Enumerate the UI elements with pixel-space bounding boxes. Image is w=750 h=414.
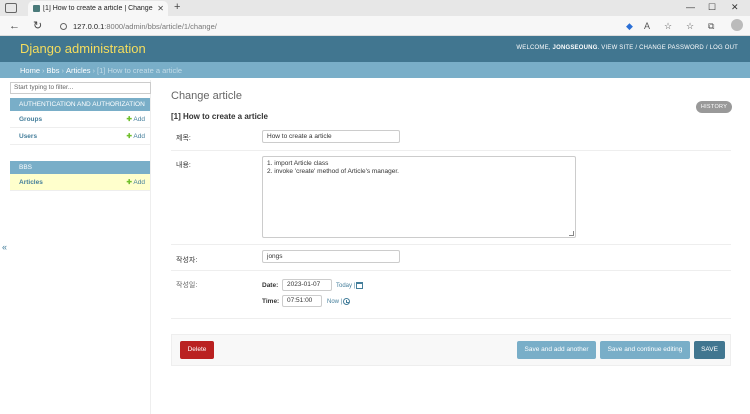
nav-filter-input[interactable]: Start typing to filter... <box>10 82 151 94</box>
add-users-link[interactable]: ✚ Add <box>127 132 145 140</box>
module-caption[interactable]: Authentication and Authorization <box>10 98 150 111</box>
add-icon: ✚ <box>126 133 132 140</box>
log-out-link[interactable]: LOG OUT <box>710 45 738 51</box>
save-button[interactable]: SAVE <box>694 341 725 359</box>
view-site-link[interactable]: VIEW SITE <box>601 45 633 51</box>
module-auth: Authentication and Authorization Groups … <box>10 98 150 145</box>
url-host: 127.0.0.1 <box>73 21 105 31</box>
history-button[interactable]: HISTORY <box>696 101 732 113</box>
form-row-title: 제목: How to create a article <box>171 124 731 151</box>
site-brand[interactable]: Django administration <box>20 41 146 56</box>
user-tools: WELCOME, JONGSEOUNG. VIEW SITE / CHANGE … <box>516 45 738 51</box>
username: JONGSEOUNG <box>552 45 598 51</box>
sidebar-item-groups: Groups ✚ Add <box>10 111 150 128</box>
delete-button[interactable]: Delete <box>180 341 214 359</box>
url-path: :8000/admin/bbs/article/1/change/ <box>104 21 217 31</box>
maximize-icon[interactable]: ☐ <box>708 0 716 15</box>
tab-title: [1] How to create a article | Change <box>43 5 153 12</box>
form-row-content: 내용: 1. import Article class 2. invoke 'c… <box>171 151 731 245</box>
welcome-text: WELCOME, <box>516 45 551 51</box>
model-link-groups[interactable]: Groups <box>19 116 42 123</box>
favorites-icon[interactable]: ☆ <box>686 19 694 33</box>
add-icon: ✚ <box>126 179 132 186</box>
model-link-users[interactable]: Users <box>19 133 37 140</box>
browser-tab-bar: [1] How to create a article | Change ✕ +… <box>0 0 750 16</box>
shortcut-sep: | <box>340 299 343 306</box>
time-input[interactable]: 07:51:00 <box>282 295 322 307</box>
breadcrumb-app[interactable]: Bbs <box>47 66 60 75</box>
site-header: Django administration WELCOME, JONGSEOUN… <box>0 36 750 62</box>
module-bbs: BBS Articles ✚ Add <box>10 161 150 191</box>
now-link[interactable]: Now <box>327 299 339 305</box>
breadcrumb: Home › Bbs › Articles › [1] How to creat… <box>0 62 750 78</box>
author-label: 작성자: <box>176 257 198 264</box>
save-add-another-button[interactable]: Save and add another <box>517 341 596 359</box>
time-label: Time: <box>262 298 280 305</box>
date-label: Date: <box>262 282 279 289</box>
author-input[interactable]: jongs <box>262 250 400 263</box>
form-row-author: 작성자: jongs <box>171 245 731 271</box>
tab-close-icon[interactable]: ✕ <box>153 4 168 13</box>
time-shortcuts: Now | <box>327 298 351 306</box>
calendar-icon[interactable] <box>356 282 364 289</box>
tab-actions-icon[interactable] <box>5 3 17 13</box>
add-articles-link[interactable]: ✚ Add <box>127 178 145 186</box>
add-label: Add <box>133 116 145 123</box>
read-aloud-icon[interactable]: A <box>644 19 650 33</box>
add-label: Add <box>133 133 145 140</box>
info-icon[interactable] <box>60 22 67 30</box>
date-shortcuts: Today | <box>336 282 364 290</box>
change-password-link[interactable]: CHANGE PASSWORD <box>639 45 704 51</box>
page-title: Change article <box>171 90 242 102</box>
content-line-2: 2. invoke 'create' method of Article's m… <box>267 168 399 175</box>
add-icon: ✚ <box>126 116 132 123</box>
add-label: Add <box>133 179 145 186</box>
breadcrumb-sep: › <box>42 65 45 75</box>
submit-row: Delete Save and add another Save and con… <box>171 334 731 366</box>
breadcrumb-sep: › <box>92 65 96 75</box>
minimize-icon[interactable]: — <box>686 0 695 15</box>
today-link[interactable]: Today <box>336 283 352 289</box>
title-label: 제목: <box>176 135 191 142</box>
window-close-icon[interactable]: ✕ <box>731 0 739 15</box>
form-row-created: 작성일: Date: 2023-01-07 Today | Time: 07:5… <box>171 271 731 319</box>
browser-tab[interactable]: [1] How to create a article | Change ✕ <box>28 1 168 16</box>
address-bar[interactable]: 127.0.0.1:8000/admin/bbs/article/1/chang… <box>60 19 217 33</box>
breadcrumb-home[interactable]: Home <box>20 66 40 75</box>
breadcrumb-model[interactable]: Articles <box>66 66 91 75</box>
nav-sidebar: Start typing to filter... Authentication… <box>10 80 151 414</box>
tools-sep: / <box>635 45 638 51</box>
created-label: 작성일: <box>176 282 198 289</box>
resize-handle-icon[interactable] <box>569 231 574 236</box>
shortcut-sep: | <box>353 283 356 290</box>
breadcrumb-current: [1] How to create a article <box>97 65 183 75</box>
sidebar-collapse-icon[interactable]: « <box>2 242 7 252</box>
django-favicon-icon <box>33 5 40 12</box>
favorite-icon[interactable]: ☆ <box>664 19 672 33</box>
reload-icon[interactable]: ↻ <box>33 18 42 34</box>
content-label: 내용: <box>176 162 191 169</box>
title-input[interactable]: How to create a article <box>262 130 400 143</box>
module-caption[interactable]: BBS <box>10 161 150 174</box>
content-line-1: 1. import Article class <box>267 160 329 167</box>
sidebar-item-users: Users ✚ Add <box>10 128 150 145</box>
new-tab-icon[interactable]: + <box>174 0 180 15</box>
tracking-icon[interactable]: ◆ <box>626 19 633 33</box>
sidebar-item-articles: Articles ✚ Add <box>10 174 150 191</box>
clock-icon[interactable] <box>343 298 351 305</box>
model-link-articles[interactable]: Articles <box>19 179 43 186</box>
date-input[interactable]: 2023-01-07 <box>282 279 332 291</box>
back-icon[interactable]: ← <box>9 18 20 34</box>
breadcrumb-sep: › <box>61 65 64 75</box>
tools-sep: / <box>705 45 708 51</box>
object-title: [1] How to create a article <box>171 112 268 121</box>
save-continue-button[interactable]: Save and continue editing <box>600 341 690 359</box>
collections-icon[interactable]: ⧉ <box>708 19 714 33</box>
content-textarea[interactable]: 1. import Article class 2. invoke 'creat… <box>262 156 576 238</box>
browser-toolbar: ← ↻ 127.0.0.1:8000/admin/bbs/article/1/c… <box>0 16 750 36</box>
add-groups-link[interactable]: ✚ Add <box>127 115 145 123</box>
profile-icon[interactable] <box>731 19 743 31</box>
